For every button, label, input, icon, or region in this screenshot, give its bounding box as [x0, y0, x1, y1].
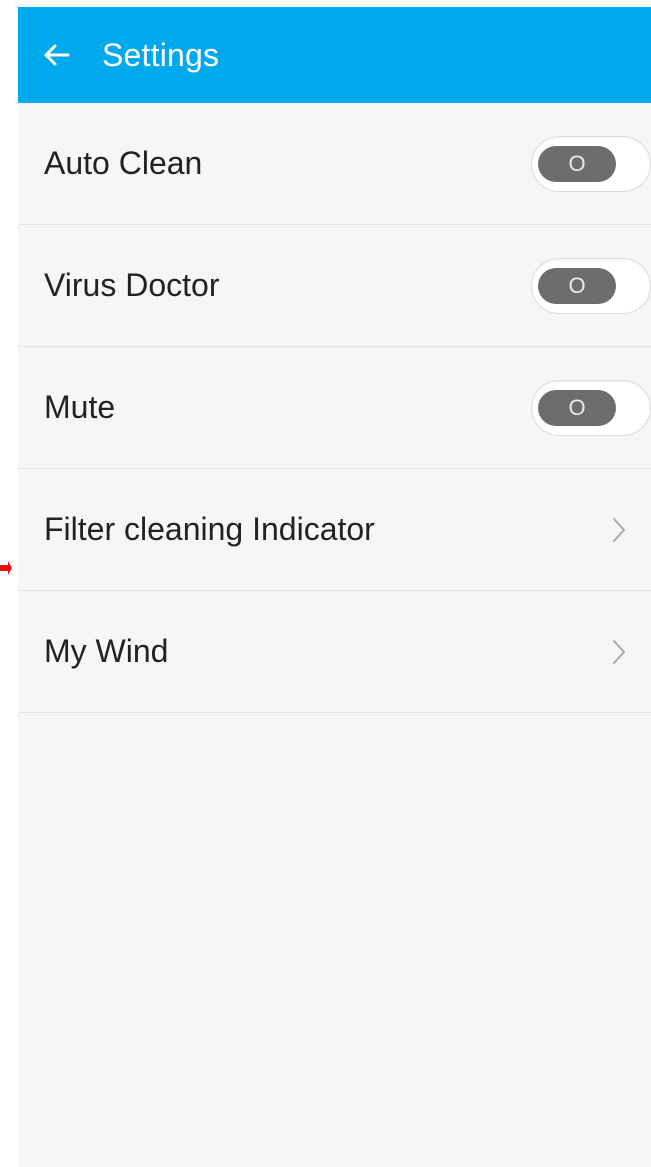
- toggle-knob: O: [538, 389, 616, 426]
- arrow-left-icon: [44, 44, 70, 66]
- toggle-knob: O: [538, 267, 616, 304]
- setting-row-my-wind[interactable]: My Wind: [18, 591, 651, 713]
- setting-label: Mute: [44, 389, 116, 425]
- chevron-right-icon: [609, 515, 629, 545]
- setting-label: Auto Clean: [44, 145, 203, 181]
- settings-screen: Settings Auto Clean O Virus Doctor O Mut…: [18, 7, 651, 1167]
- red-arrow-icon: [0, 561, 12, 575]
- auto-clean-toggle[interactable]: O: [531, 135, 651, 192]
- virus-doctor-toggle[interactable]: O: [531, 257, 651, 314]
- app-bar: Settings: [18, 7, 651, 103]
- page-title: Settings: [102, 36, 220, 73]
- back-button[interactable]: [38, 37, 74, 73]
- mute-toggle[interactable]: O: [531, 379, 651, 436]
- setting-label: Virus Doctor: [44, 267, 220, 303]
- setting-label: Filter cleaning Indicator: [44, 511, 375, 547]
- setting-row-mute[interactable]: Mute O: [18, 347, 651, 469]
- chevron-right-icon: [609, 637, 629, 667]
- setting-row-filter-cleaning-indicator[interactable]: Filter cleaning Indicator: [18, 469, 651, 591]
- toggle-knob: O: [538, 145, 616, 182]
- settings-list: Auto Clean O Virus Doctor O Mute O Filte…: [18, 103, 651, 713]
- setting-row-auto-clean[interactable]: Auto Clean O: [18, 103, 651, 225]
- setting-label: My Wind: [44, 633, 169, 669]
- setting-row-virus-doctor[interactable]: Virus Doctor O: [18, 225, 651, 347]
